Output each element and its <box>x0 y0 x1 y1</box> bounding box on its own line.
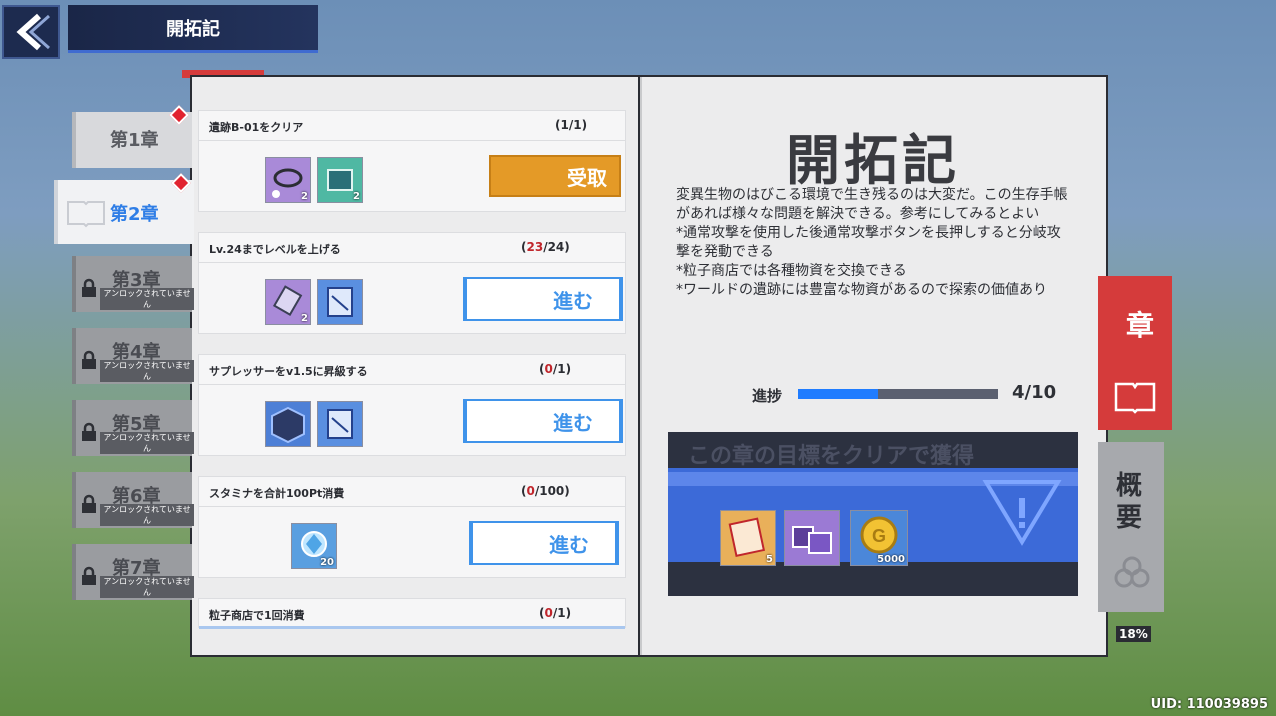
progress-fill <box>798 389 878 399</box>
detail-description: 変異生物のはびこる環境で生き残るのは大変だ。この生存手帳があれば様々な問題を解決… <box>676 186 1072 300</box>
reward-item[interactable] <box>265 401 311 447</box>
chapter-tab-7[interactable]: 第7章 アンロックされていません <box>72 544 194 600</box>
quest-progress: (23/24) <box>521 240 570 254</box>
locked-caption: アンロックされていません <box>100 504 194 526</box>
quest-card: 遺跡B-01をクリア (1/1) 2 2 受取 <box>198 110 626 212</box>
goal-title: この章の目標をクリアで獲得 <box>688 444 975 469</box>
reward-item[interactable] <box>317 401 363 447</box>
reward-item[interactable]: 20 <box>291 523 337 569</box>
lock-icon <box>82 494 96 513</box>
claim-button[interactable]: 受取 <box>489 155 621 197</box>
svg-text:G: G <box>872 526 886 546</box>
progress-label: 進捗 <box>752 387 783 405</box>
quest-title: サプレッサーをv1.5に昇級する <box>209 365 368 378</box>
quest-card: Lv.24までレベルを上げる (23/24) 2 進む <box>198 232 626 334</box>
tips-warning-icon <box>982 480 1062 546</box>
quest-title: 粒子商店で1回消費 <box>209 609 305 622</box>
user-id: UID: 110039895 <box>1150 697 1268 712</box>
biohazard-icon <box>1114 556 1150 588</box>
go-button[interactable]: 進む <box>463 399 623 443</box>
description-line: 変異生物のはびこる環境で生き残るのは大変だ。この生存手帳があれば様々な問題を解決… <box>676 187 1068 222</box>
quest-progress: (1/1) <box>555 118 588 132</box>
quest-header: サプレッサーをv1.5に昇級する (0/1) <box>199 355 625 385</box>
blue-card-icon <box>327 409 353 439</box>
chapter-tab-5[interactable]: 第5章 アンロックされていません <box>72 400 194 456</box>
description-line: *ワールドの遺跡には豊富な物資があるので探索の価値あり <box>676 282 1047 298</box>
book-icon <box>1114 382 1156 414</box>
quest-header: 遺跡B-01をクリア (1/1) <box>199 111 625 141</box>
go-button[interactable]: 進む <box>469 521 619 565</box>
quest-progress: (0/100) <box>521 484 570 498</box>
chapter-tab-1[interactable]: 第1章 <box>72 105 192 168</box>
quest-progress: (0/1) <box>539 606 572 620</box>
quest-card: スタミナを合計100Pt消費 (0/100) 20 進む <box>198 476 626 578</box>
chapter-tab-3[interactable]: 第3章 アンロックされていません <box>72 256 194 312</box>
reward-item[interactable] <box>317 279 363 325</box>
quest-header: 粒子商店で1回消費 (0/1) <box>199 599 625 629</box>
go-button[interactable]: 進む <box>463 277 623 321</box>
purple-boxes-icon <box>792 526 832 554</box>
quest-progress: (0/1) <box>539 362 572 376</box>
description-line: *通常攻撃を使用した後通常攻撃ボタンを長押しすると分岐攻撃を発動できる <box>676 225 1061 260</box>
quest-card: サプレッサーをv1.5に昇級する (0/1) 進む <box>198 354 626 456</box>
chevron-left-icon <box>16 13 50 51</box>
chapter-tab-label: 第1章 <box>110 130 159 151</box>
progress-value: 4/10 <box>1012 382 1057 403</box>
back-button[interactable] <box>2 5 60 59</box>
chapter-tab-2[interactable]: 第2章 <box>54 173 194 244</box>
chapter-tab-label: 第2章 <box>110 204 159 225</box>
quest-header: スタミナを合計100Pt消費 (0/100) <box>199 477 625 507</box>
description-line: *粒子商店では各種物資を交換できる <box>676 263 907 279</box>
locked-caption: アンロックされていません <box>100 360 194 382</box>
percent-indicator: 18% <box>1116 626 1151 642</box>
quest-header: Lv.24までレベルを上げる (23/24) <box>199 233 625 263</box>
chapter-tab-4[interactable]: 第4章 アンロックされていません <box>72 328 194 384</box>
locked-caption: アンロックされていません <box>100 576 194 598</box>
notification-badge <box>171 173 191 193</box>
quest-title: スタミナを合計100Pt消費 <box>209 487 345 500</box>
page-title: 開拓記 <box>68 5 318 53</box>
lock-icon <box>82 278 96 297</box>
quest-title: Lv.24までレベルを上げる <box>209 243 341 256</box>
detail-title: 開拓記 <box>786 129 960 192</box>
lock-icon <box>82 566 96 585</box>
reward-item[interactable]: 2 <box>265 157 311 203</box>
goal-reward-item[interactable] <box>784 510 840 566</box>
quest-title: 遺跡B-01をクリア <box>209 121 304 134</box>
chapter-tab-6[interactable]: 第6章 アンロックされていません <box>72 472 194 528</box>
notification-badge <box>169 105 189 125</box>
goal-reward-item[interactable]: G 5000 <box>850 510 908 566</box>
side-tab-chapter[interactable]: 章 <box>1098 276 1172 430</box>
page-title-text: 開拓記 <box>166 18 220 40</box>
blue-card-icon <box>327 287 353 317</box>
side-tab-summary[interactable]: 概要 <box>1098 442 1164 612</box>
lock-icon <box>82 350 96 369</box>
book-icon <box>67 201 105 228</box>
quest-card: 粒子商店で1回消費 (0/1) <box>198 598 626 629</box>
blue-cube-icon <box>271 406 305 444</box>
reward-item[interactable]: 2 <box>317 157 363 203</box>
progress-bar <box>798 389 998 399</box>
goal-reward-item[interactable]: 5 <box>720 510 776 566</box>
locked-caption: アンロックされていません <box>100 432 194 454</box>
chapter-goal-panel: この章の目標をクリアで獲得 5 G 5000 <box>668 432 1078 596</box>
lock-icon <box>82 422 96 441</box>
reward-item[interactable]: 2 <box>265 279 311 325</box>
locked-caption: アンロックされていません <box>100 288 194 310</box>
